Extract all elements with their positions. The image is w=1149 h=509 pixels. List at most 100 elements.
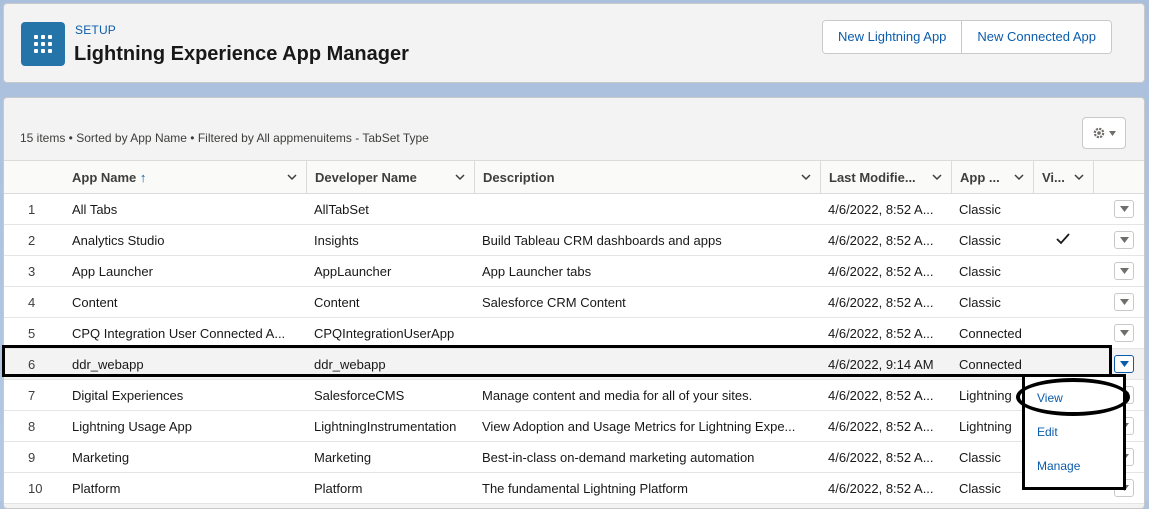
table-row: 6 ddr_webapp ddr_webapp 4/6/2022, 9:14 AM Co… — [4, 348, 1144, 380]
app-type-cell: Lightning — [951, 379, 1033, 411]
column-header-developer-name[interactable]: Developer Name — [306, 160, 474, 194]
header-button-group: New Lightning App New Connected App — [822, 20, 1112, 54]
table-row: 5 CPQ Integration User Connected A... CPQI… — [4, 317, 1144, 349]
developer-name-cell: AllTabSet — [306, 193, 474, 225]
app-grid-icon — [21, 22, 65, 66]
chevron-down-icon[interactable] — [800, 171, 812, 183]
developer-name-cell: Marketing — [306, 441, 474, 473]
menu-item-edit[interactable]: Edit — [1037, 425, 1058, 439]
row-actions-cell — [1093, 255, 1144, 287]
description-cell — [474, 317, 820, 349]
list-info: 15 items • Sorted by App Name • Filtered… — [20, 131, 429, 145]
menu-item-view[interactable]: View — [1037, 391, 1063, 405]
column-header-visible[interactable]: Vi... — [1033, 160, 1093, 194]
table-row: 1 All Tabs AllTabSet 4/6/2022, 8:52 A... Cla… — [4, 193, 1144, 225]
app-name-cell: Analytics Studio — [64, 224, 306, 256]
developer-name-cell: Platform — [306, 472, 474, 504]
row-action-menu: View Edit Manage — [1022, 374, 1126, 490]
row-action-button[interactable] — [1114, 262, 1134, 280]
column-header-description[interactable]: Description — [474, 160, 820, 194]
breadcrumb-setup[interactable]: SETUP — [75, 23, 116, 37]
row-action-button[interactable] — [1114, 355, 1134, 373]
visible-cell — [1033, 317, 1093, 349]
app-type-cell: Classic — [951, 224, 1033, 256]
app-name-cell: Platform — [64, 472, 306, 504]
app-table: App Name ↑ Developer Name Description La… — [4, 160, 1144, 504]
description-cell — [474, 348, 820, 380]
description-cell: Best-in-class on-demand marketing automa… — [474, 441, 820, 473]
row-number-cell: 3 — [4, 255, 64, 287]
table-row: 10 Platform Platform The fundamental Lightn… — [4, 472, 1144, 504]
row-action-button[interactable] — [1114, 231, 1134, 249]
last-modified-cell: 4/6/2022, 9:14 AM — [820, 348, 951, 380]
row-number-cell: 4 — [4, 286, 64, 318]
caret-down-icon — [1119, 268, 1129, 274]
menu-item-manage[interactable]: Manage — [1037, 459, 1080, 473]
app-type-cell: Classic — [951, 472, 1033, 504]
app-list-card: 15 items • Sorted by App Name • Filtered… — [3, 97, 1145, 509]
caret-down-icon — [1119, 299, 1129, 305]
column-header-app-name[interactable]: App Name ↑ — [64, 160, 306, 194]
app-name-cell: Lightning Usage App — [64, 410, 306, 442]
row-action-button[interactable] — [1114, 324, 1134, 342]
visible-cell — [1033, 193, 1093, 225]
chevron-down-icon[interactable] — [286, 171, 298, 183]
description-cell: Manage content and media for all of your… — [474, 379, 820, 411]
column-header-row-number — [4, 160, 64, 194]
app-name-cell: ddr_webapp — [64, 348, 306, 380]
row-actions-cell — [1093, 224, 1144, 256]
chevron-down-icon[interactable] — [1073, 171, 1085, 183]
column-header-last-modified[interactable]: Last Modifie... — [820, 160, 951, 194]
row-number-cell: 9 — [4, 441, 64, 473]
chevron-down-icon[interactable] — [454, 171, 466, 183]
developer-name-cell: SalesforceCMS — [306, 379, 474, 411]
app-type-cell: Classic — [951, 441, 1033, 473]
app-name-cell: CPQ Integration User Connected A... — [64, 317, 306, 349]
row-actions-cell — [1093, 193, 1144, 225]
table-row: 3 App Launcher AppLauncher App Launcher tab… — [4, 255, 1144, 287]
caret-down-icon — [1119, 206, 1129, 212]
last-modified-cell: 4/6/2022, 8:52 A... — [820, 317, 951, 349]
app-type-cell: Classic — [951, 193, 1033, 225]
app-type-cell: Lightning — [951, 410, 1033, 442]
description-cell: View Adoption and Usage Metrics for Ligh… — [474, 410, 820, 442]
new-connected-app-button[interactable]: New Connected App — [961, 21, 1111, 53]
table-row: 9 Marketing Marketing Best-in-class on-dema… — [4, 441, 1144, 473]
app-name-cell: Content — [64, 286, 306, 318]
last-modified-cell: 4/6/2022, 8:52 A... — [820, 410, 951, 442]
visible-cell — [1033, 224, 1093, 256]
last-modified-cell: 4/6/2022, 8:52 A... — [820, 193, 951, 225]
page-header: SETUP Lightning Experience App Manager N… — [3, 3, 1145, 83]
developer-name-cell: ddr_webapp — [306, 348, 474, 380]
list-settings-button[interactable] — [1082, 117, 1126, 149]
last-modified-cell: 4/6/2022, 8:52 A... — [820, 379, 951, 411]
last-modified-cell: 4/6/2022, 8:52 A... — [820, 472, 951, 504]
description-cell: The fundamental Lightning Platform — [474, 472, 820, 504]
new-lightning-app-button[interactable]: New Lightning App — [823, 21, 962, 53]
chevron-down-icon[interactable] — [1013, 171, 1025, 183]
column-header-app-type[interactable]: App ... — [951, 160, 1033, 194]
app-name-cell: App Launcher — [64, 255, 306, 287]
description-cell: App Launcher tabs — [474, 255, 820, 287]
column-header-actions — [1093, 160, 1144, 194]
row-action-button[interactable] — [1114, 200, 1134, 218]
caret-down-icon — [1119, 237, 1129, 243]
last-modified-cell: 4/6/2022, 8:52 A... — [820, 441, 951, 473]
developer-name-cell: AppLauncher — [306, 255, 474, 287]
app-name-cell: Digital Experiences — [64, 379, 306, 411]
gear-icon — [1093, 127, 1105, 139]
chevron-down-icon[interactable] — [931, 171, 943, 183]
table-row: 4 Content Content Salesforce CRM Content 4/6… — [4, 286, 1144, 318]
developer-name-cell: Content — [306, 286, 474, 318]
table-row: 7 Digital Experiences SalesforceCMS Manage … — [4, 379, 1144, 411]
row-number-cell: 2 — [4, 224, 64, 256]
description-cell: Salesforce CRM Content — [474, 286, 820, 318]
sort-ascending-icon: ↑ — [139, 169, 147, 185]
table-header-row: App Name ↑ Developer Name Description La… — [4, 160, 1144, 194]
developer-name-cell: CPQIntegrationUserApp — [306, 317, 474, 349]
row-action-button[interactable] — [1114, 293, 1134, 311]
developer-name-cell: LightningInstrumentation — [306, 410, 474, 442]
last-modified-cell: 4/6/2022, 8:52 A... — [820, 224, 951, 256]
row-number-cell: 1 — [4, 193, 64, 225]
row-number-cell: 7 — [4, 379, 64, 411]
